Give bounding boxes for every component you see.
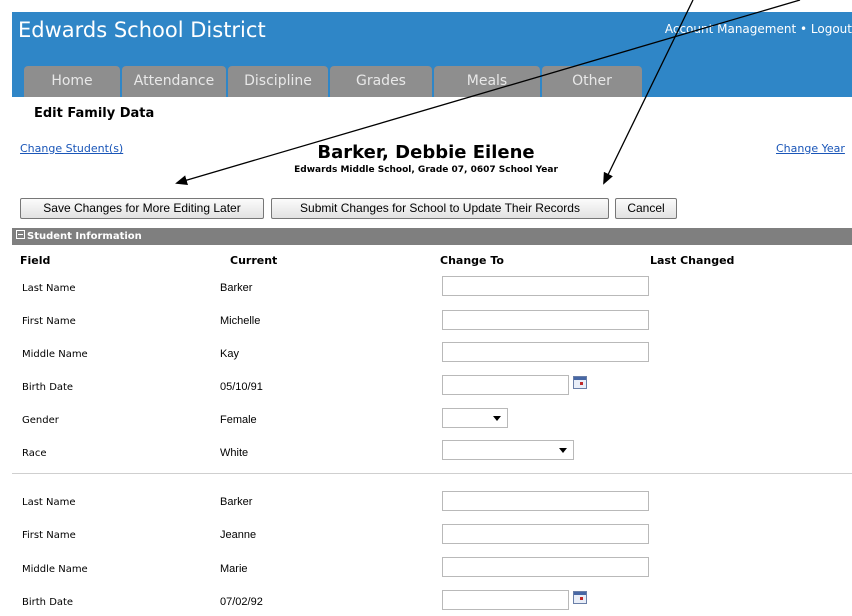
annotation-arrow-submit	[603, 0, 694, 185]
annotation-arrow-save	[175, 0, 801, 185]
annotation-arrows	[175, 0, 801, 185]
